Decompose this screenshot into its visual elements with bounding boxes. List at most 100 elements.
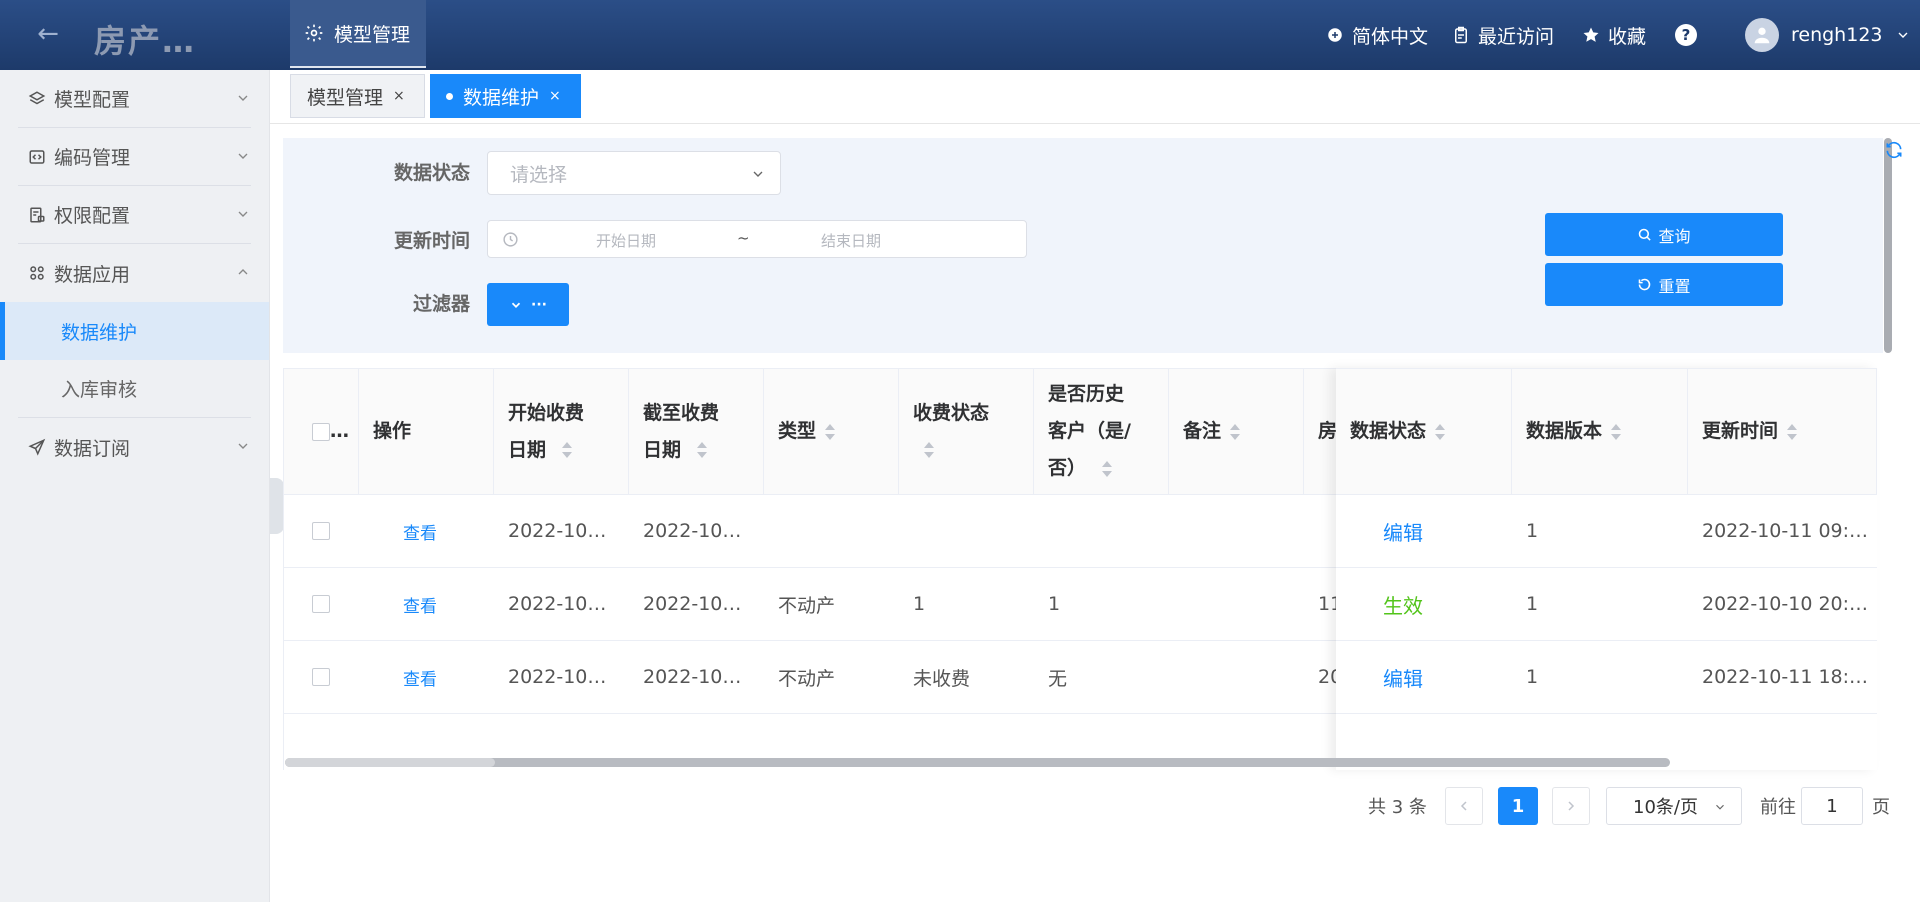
chevron-down-icon: [238, 443, 248, 449]
sidebar-item-label: 编码管理: [54, 147, 131, 169]
reset-button[interactable]: 重置: [1545, 263, 1783, 306]
goto-input-wrap[interactable]: 1: [1801, 787, 1863, 825]
sort-icon[interactable]: [923, 441, 935, 459]
module-tab-model-management[interactable]: 模型管理: [290, 0, 426, 68]
page-number-button[interactable]: 1: [1498, 787, 1538, 825]
panel-scrollbar[interactable]: [1884, 138, 1892, 353]
header-start-date[interactable]: 开始收费 日期: [494, 369, 629, 495]
page-unit-label: 页: [1872, 797, 1890, 818]
language-switch[interactable]: 简体中文: [1326, 0, 1428, 70]
next-page-button[interactable]: [1552, 787, 1590, 825]
chevron-down-icon: [238, 153, 248, 159]
header-type[interactable]: 类型: [764, 369, 899, 495]
pagination-next[interactable]: [1552, 787, 1590, 825]
horizontal-scrollbar-thumb[interactable]: [285, 758, 495, 767]
sidebar-subitem-storage-review[interactable]: 入库审核: [18, 360, 251, 418]
filter-dropdown-button[interactable]: ···: [487, 283, 569, 326]
sidebar-item-data-application[interactable]: 数据应用: [18, 244, 251, 302]
view-link-cell[interactable]: 查看: [359, 568, 494, 641]
globe-icon: [1328, 28, 1342, 42]
page-size-select[interactable]: 10条/页: [1606, 787, 1742, 825]
status-badge[interactable]: 编辑: [1383, 517, 1423, 546]
avatar: [1745, 18, 1779, 52]
row-checkbox[interactable]: [312, 668, 330, 686]
row-checkbox[interactable]: [312, 595, 330, 613]
close-icon[interactable]: ×: [393, 88, 405, 104]
view-link[interactable]: 查看: [403, 592, 437, 617]
header-data-status[interactable]: 数据状态: [1336, 369, 1512, 495]
row-checkbox[interactable]: [312, 522, 330, 540]
pagination-prev[interactable]: [1445, 787, 1483, 825]
chevron-down-icon: [238, 95, 248, 101]
user-menu[interactable]: rengh123: [1745, 0, 1911, 70]
header-end-date[interactable]: 截至收费 日期: [629, 369, 764, 495]
code-icon: [29, 149, 45, 164]
sidebar-subitem-data-maintenance[interactable]: 数据维护: [0, 302, 269, 360]
sort-icon[interactable]: [696, 441, 708, 459]
header-history-customer[interactable]: 是否历史 客户（是/否）: [1034, 369, 1169, 495]
sort-icon[interactable]: [1786, 423, 1798, 441]
search-icon: [1639, 228, 1652, 241]
tag-model-management[interactable]: 模型管理 ×: [290, 74, 425, 118]
sort-icon[interactable]: [1610, 423, 1622, 441]
sidebar-item-data-subscription[interactable]: 数据订阅: [18, 418, 251, 476]
sidebar-collapse-handle[interactable]: [270, 478, 284, 534]
sidebar-item-model-config[interactable]: 模型配置: [18, 70, 251, 128]
goto-page-input[interactable]: 1: [1801, 787, 1863, 825]
row-checkbox-cell[interactable]: [284, 495, 359, 568]
view-link[interactable]: 查看: [403, 665, 437, 690]
table-cell: 2022-10-11 09:…: [1688, 495, 1877, 568]
help-button[interactable]: ?: [1675, 0, 1697, 70]
chevron-down-icon: [511, 302, 521, 308]
table-cell: 1: [1512, 568, 1688, 641]
status-cell[interactable]: 生效: [1336, 568, 1512, 641]
table-cell: 1: [899, 568, 1034, 641]
back-arrow-icon[interactable]: ←: [34, 20, 62, 48]
header-update-time[interactable]: 更新时间: [1688, 369, 1877, 495]
sort-icon[interactable]: [1229, 423, 1241, 441]
username: rengh123: [1791, 24, 1883, 46]
sort-icon[interactable]: [1434, 423, 1446, 441]
update-time-label: 更新时间: [393, 230, 470, 252]
star-icon: [1583, 27, 1599, 42]
sidebar-item-code-management[interactable]: 编码管理: [18, 128, 251, 186]
favorites-button[interactable]: 收藏: [1582, 0, 1646, 70]
recent-visits-button[interactable]: 最近访问: [1452, 0, 1554, 70]
row-checkbox-cell[interactable]: [284, 568, 359, 641]
page-size-select-wrap[interactable]: 10条/页: [1606, 787, 1742, 825]
goto-label: 前往: [1760, 797, 1796, 818]
header-data-version[interactable]: 数据版本: [1512, 369, 1688, 495]
status-select[interactable]: 请选择: [487, 151, 781, 195]
pagination-current[interactable]: 1: [1498, 787, 1538, 825]
status-badge[interactable]: 生效: [1383, 590, 1423, 619]
view-link-cell[interactable]: 查看: [359, 641, 494, 714]
view-link[interactable]: 查看: [403, 519, 437, 544]
header-select-all[interactable]: …: [284, 369, 359, 495]
status-filter-label: 数据状态: [393, 162, 470, 184]
tag-data-maintenance[interactable]: 数据维护 ×: [430, 74, 581, 118]
close-icon[interactable]: ×: [549, 88, 561, 104]
sidebar-item-label: 数据应用: [54, 263, 131, 286]
sort-icon[interactable]: [561, 441, 573, 459]
prev-page-button[interactable]: [1445, 787, 1483, 825]
select-all-checkbox[interactable]: [312, 422, 330, 441]
query-button-label: 查询: [1658, 226, 1691, 246]
view-link-cell[interactable]: 查看: [359, 495, 494, 568]
header-remark[interactable]: 备注: [1169, 369, 1304, 495]
sort-icon[interactable]: [1101, 460, 1113, 478]
refresh-icon[interactable]: [1884, 140, 1904, 160]
date-range-picker[interactable]: 开始日期 ~ 结束日期: [487, 220, 1027, 258]
end-date-input[interactable]: 结束日期: [821, 230, 881, 251]
row-checkbox-cell[interactable]: [284, 641, 359, 714]
query-button[interactable]: 查询: [1545, 213, 1783, 256]
status-badge[interactable]: 编辑: [1383, 663, 1423, 692]
start-date-input[interactable]: 开始日期: [596, 230, 656, 251]
sort-icon[interactable]: [824, 423, 836, 441]
app-title: 房产…: [94, 22, 197, 60]
sidebar-item-permission-config[interactable]: 权限配置: [18, 186, 251, 244]
header-fee-status[interactable]: 收费状态: [899, 369, 1034, 495]
status-cell[interactable]: 编辑: [1336, 495, 1512, 568]
status-cell[interactable]: 编辑: [1336, 641, 1512, 714]
active-dot-icon: [446, 92, 453, 100]
language-label: 简体中文: [1352, 25, 1429, 48]
